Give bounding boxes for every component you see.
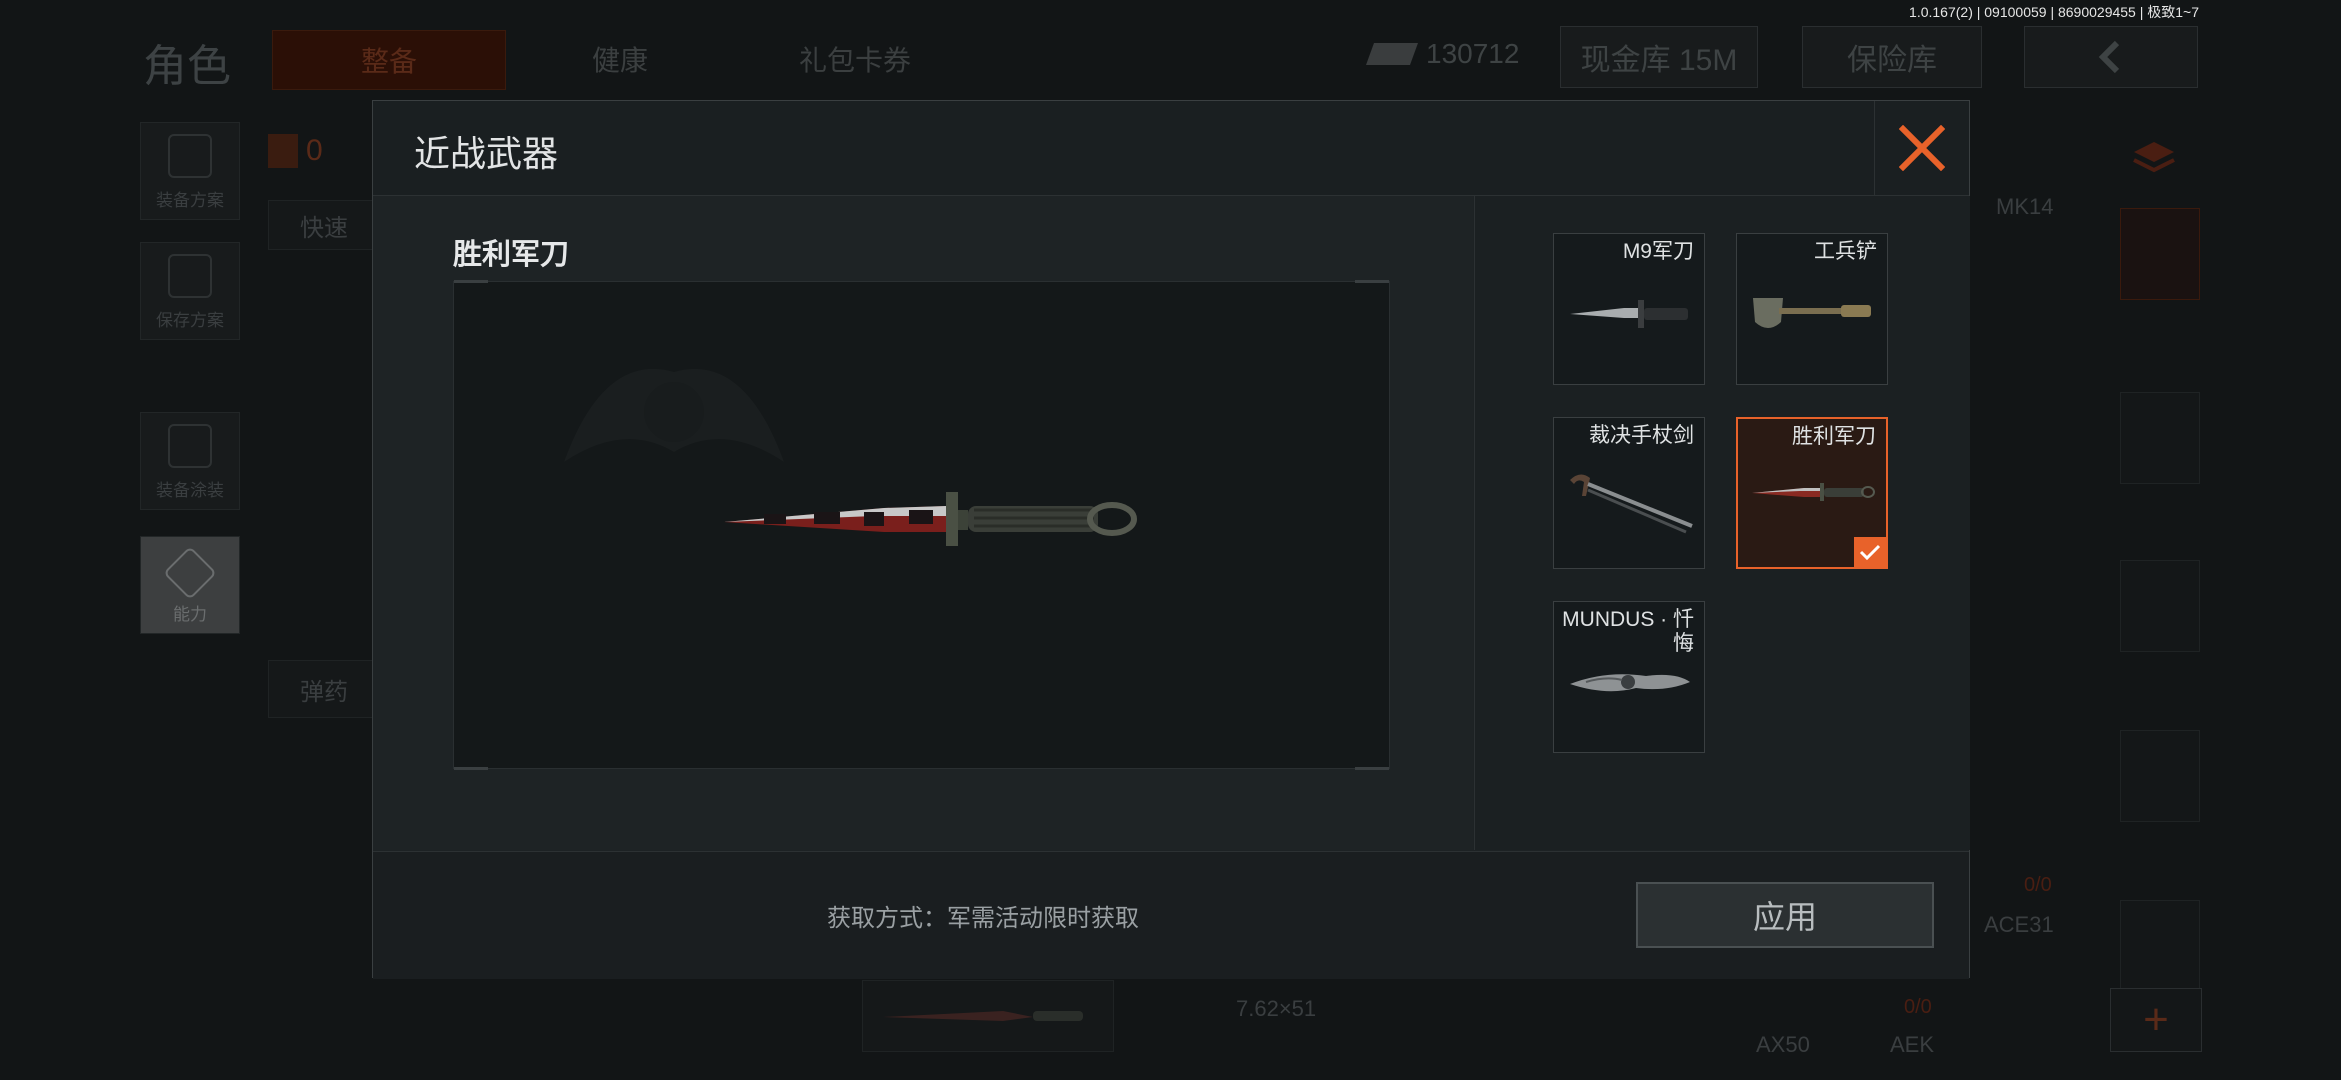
tab-equip[interactable]: 整备 [272,30,506,90]
cash-store-button[interactable]: 现金库 15M [1560,26,1758,88]
loadout-plan-label: 装备方案 [156,191,224,210]
weapon-label-ace31: ACE31 [1984,912,2054,937]
preview-corner-tl [454,280,488,283]
item-card-label: 胜利军刀 [1792,425,1876,448]
tab-gift-cards[interactable]: 礼包卡券 [760,30,950,88]
item-list-pane [1474,196,1970,850]
preview-corner-tr [1355,280,1389,283]
weapon-label-ax50: AX50 [1756,1032,1810,1057]
equipment-skin-button[interactable]: 装备涂装 [140,412,240,510]
cash-display: 130712 [1365,38,1520,70]
close-button[interactable] [1874,101,1969,195]
insurance-button[interactable]: 保险库 [1802,26,1982,88]
vest-count: 0 [306,134,323,167]
magazine-slot[interactable] [2120,730,2200,822]
item-card-label: M9军刀 [1622,240,1694,263]
back-button[interactable] [2024,26,2198,88]
grenade-slot[interactable] [2120,900,2200,992]
item-card-shovel[interactable]: 工兵铲 [1736,233,1888,385]
preview-corner-br [1355,767,1389,770]
loadout-plan-button[interactable]: 装备方案 [140,122,240,220]
checkmark-icon [1859,544,1881,561]
version-info: 1.0.167(2) | 09100059 | 8690029455 | 极致1… [1909,4,2199,20]
item-card-cane-sword[interactable]: 裁决手杖剑 [1553,417,1705,569]
bayonet-icon [1570,300,1688,328]
add-button[interactable]: + [2110,988,2202,1052]
helmet-icon [168,424,212,468]
item-card-label: 裁决手杖剑 [1589,424,1694,447]
rifle-slot[interactable] [2120,560,2200,652]
loadout-layer-button[interactable] [2120,208,2200,300]
melee-weapon-dialog: 近战武器 胜利军刀 M9军刀 工兵铲 裁决手杖剑 胜利军刀 MUNDUS · 忏… [372,100,1970,979]
bg-knife-icon [883,1011,1083,1021]
bg-knife-slot[interactable] [862,980,1114,1052]
weapon-label-aek: AEK [1890,1032,1935,1057]
quick-equip-button[interactable]: 快速 [268,200,380,250]
dialog-header: 近战武器 [373,101,1969,196]
ammo-label: 弹药 [300,678,348,706]
backpack-icon [168,134,212,178]
helmet-slot[interactable] [2120,392,2200,484]
save-plan-label: 保存方案 [156,311,224,330]
preview-corner-bl [454,767,488,770]
item-card-m9[interactable]: M9军刀 [1553,233,1705,385]
shovel-icon [1753,298,1871,328]
apply-button[interactable]: 应用 [1636,882,1934,948]
ability-button[interactable]: 能力 [140,536,240,634]
cash-icon [1365,43,1419,65]
ammo-button[interactable]: 弹药 [268,660,380,718]
tab-health[interactable]: 健康 [540,30,700,88]
equipment-skin-label: 装备涂装 [156,481,224,500]
quick-equip-label: 快速 [300,214,348,242]
acquire-method-text: 获取方式：军需活动限时获取 [827,905,1139,932]
close-icon [1899,125,1945,171]
back-arrow-icon [2098,40,2120,74]
layers-icon[interactable] [2130,134,2180,174]
victory-knife-icon [1752,483,1875,501]
dialog-title: 近战武器 [414,133,559,174]
cane-sword-icon [1570,474,1693,534]
download-icon [168,254,212,298]
cash-amount: 130712 [1426,38,1520,69]
ammo-count-2: 0/0 [1904,996,1932,1018]
weapon-label-mk14: MK14 [1996,194,2054,219]
item-card-label: 工兵铲 [1814,240,1877,263]
item-card-label: MUNDUS · 忏悔 [1562,608,1694,655]
ammo-count-1: 0/0 [2024,874,2052,896]
vest-counter: 0 [268,134,323,168]
ability-label: 能力 [173,605,207,624]
lightning-icon [163,546,217,600]
caliber-label: 7.62×51 [1236,996,1317,1021]
karambit-icon [1570,674,1690,692]
victory-knife-preview-icon [724,492,1137,546]
dialog-footer: 获取方式：军需活动限时获取 应用 [373,851,1969,979]
selected-check-badge [1854,537,1886,567]
page-title: 角色 [143,42,231,91]
selected-item-name: 胜利军刀 [453,239,570,271]
item-card-victory-knife[interactable]: 胜利军刀 [1736,417,1888,569]
save-plan-button[interactable]: 保存方案 [140,242,240,340]
item-preview [453,280,1390,770]
vest-icon [268,134,298,168]
item-card-mundus[interactable]: MUNDUS · 忏悔 [1553,601,1705,753]
